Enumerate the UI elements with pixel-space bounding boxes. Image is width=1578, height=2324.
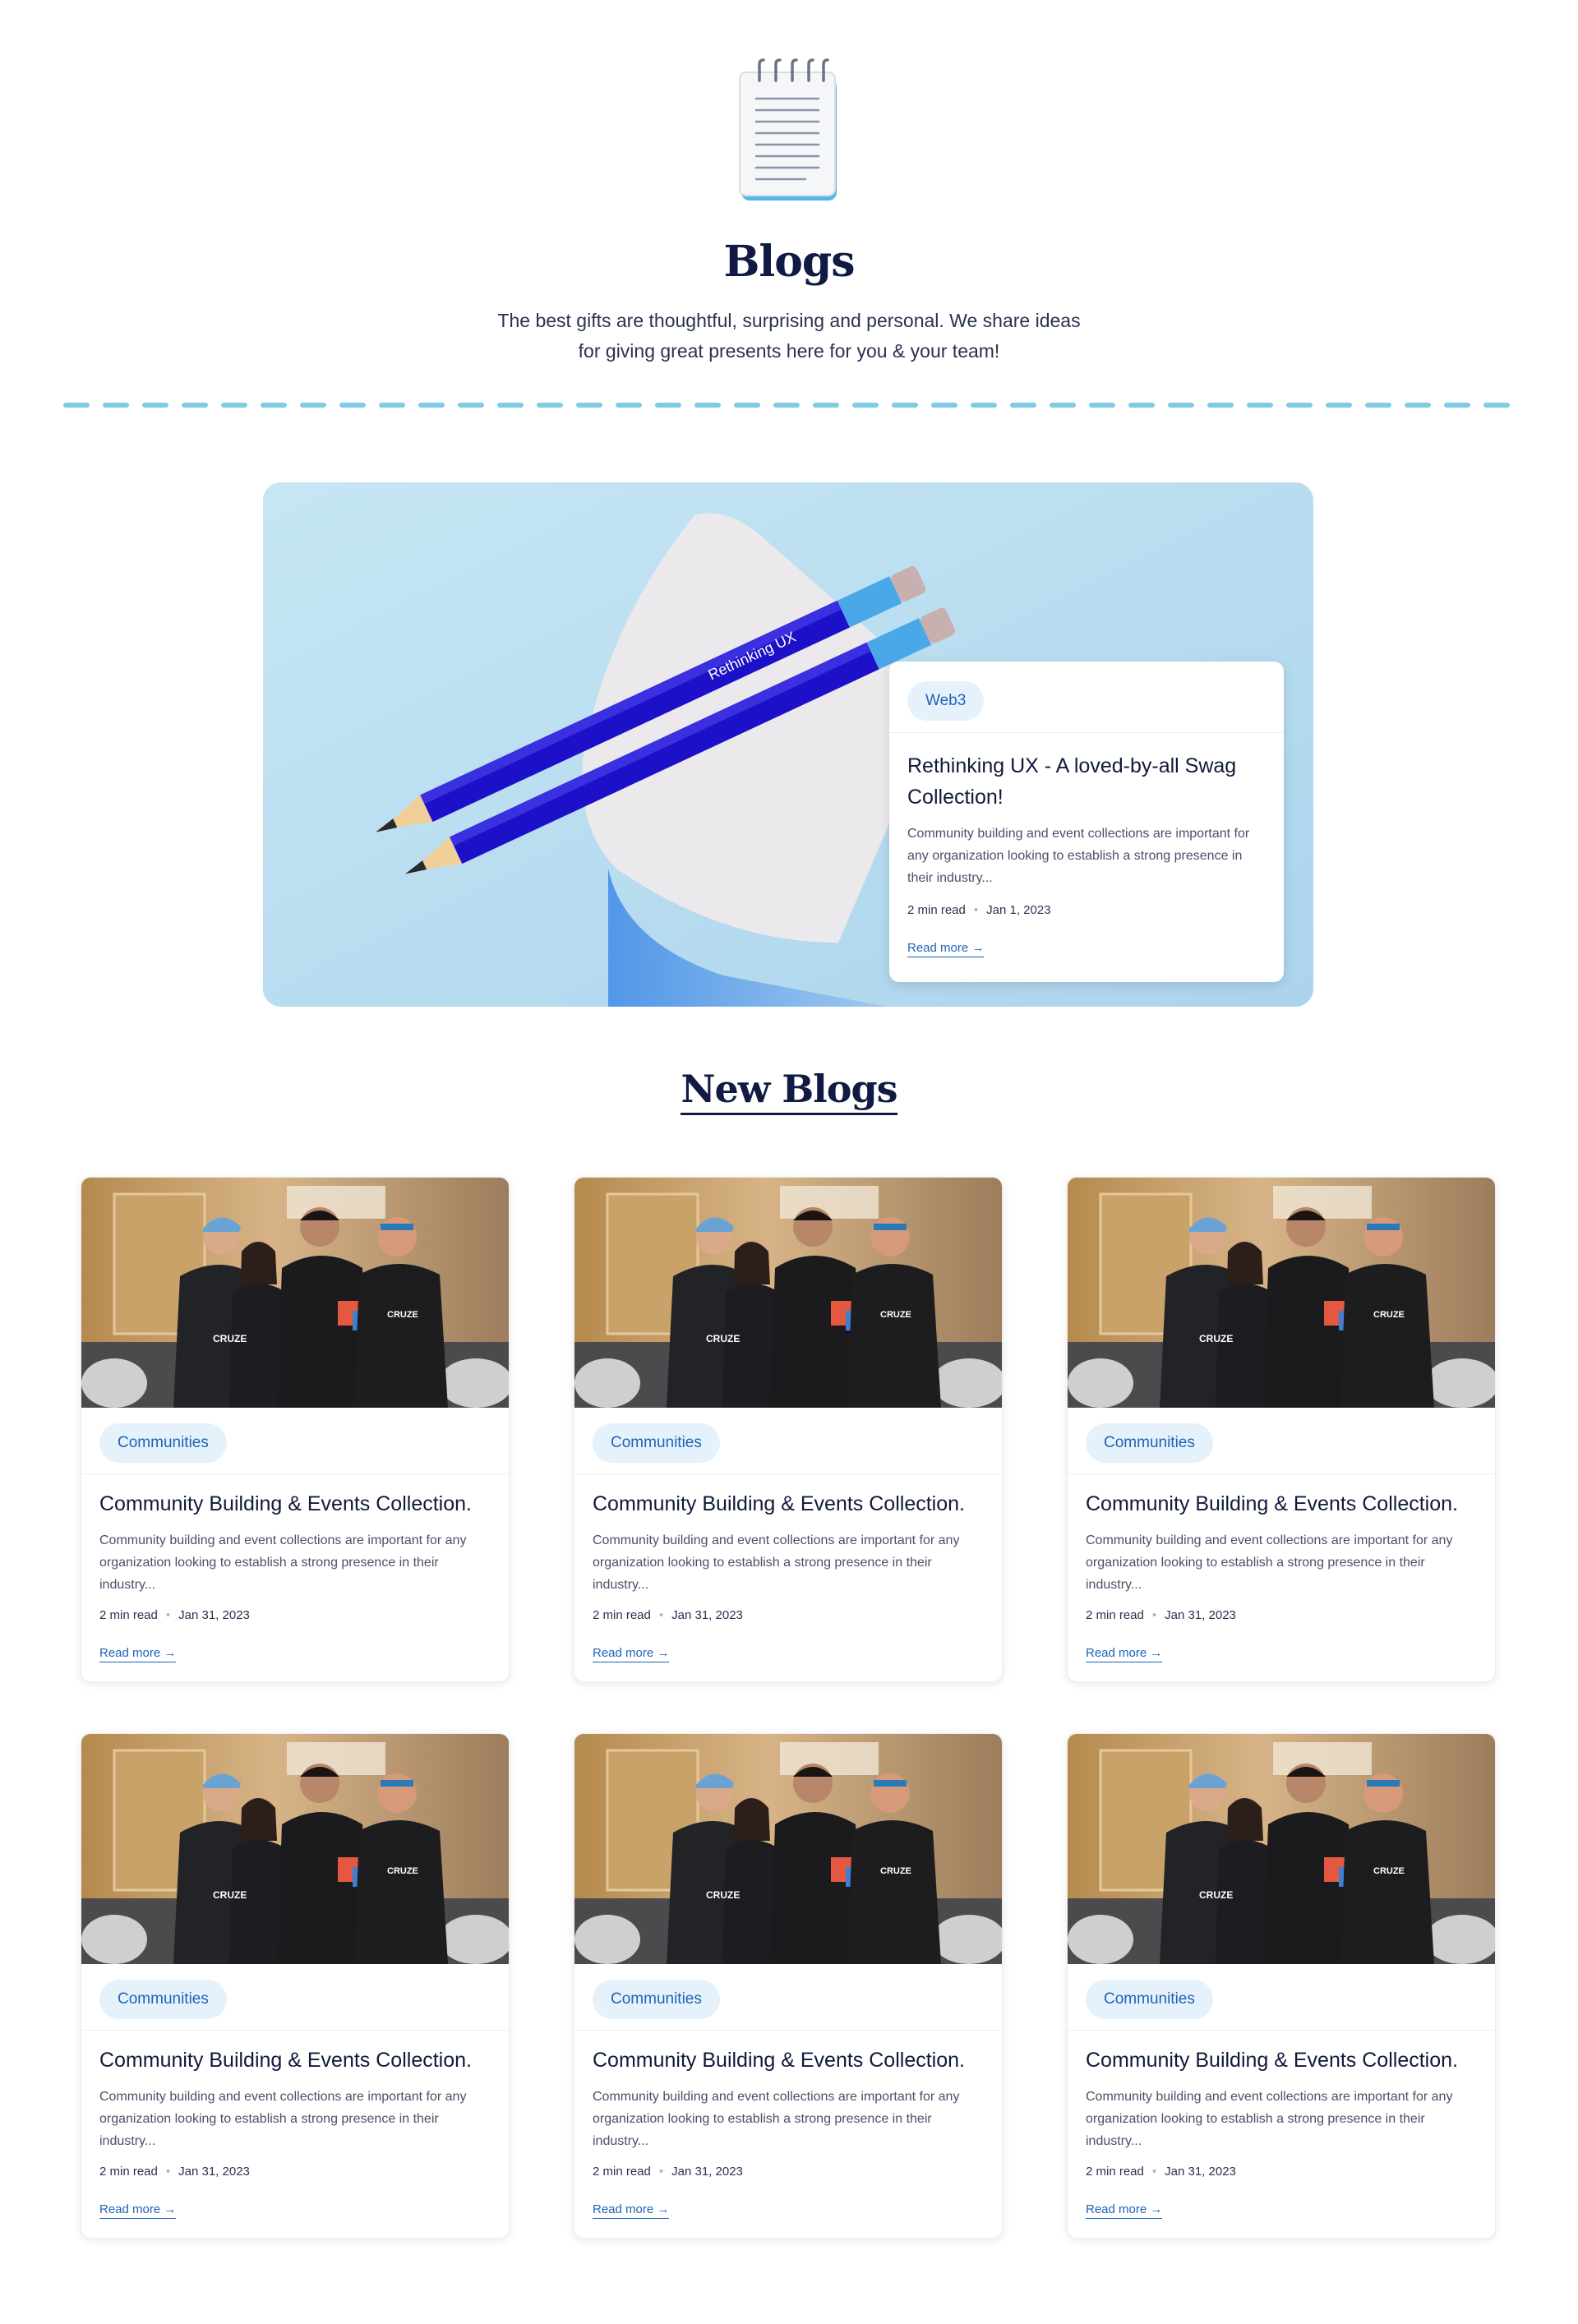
section-title: New Blogs — [0, 1067, 1578, 1115]
card-divider — [81, 1473, 509, 1474]
notepad-icon — [731, 58, 847, 205]
featured-post-description: Community building and event collections… — [907, 827, 1250, 885]
post-meta: 2 min read • Jan 31, 2023 — [1086, 2165, 1236, 2179]
post-description: Community building and event collections… — [99, 1533, 467, 1592]
post-photo[interactable]: CRUZE CRUZE — [1068, 1178, 1495, 1408]
post-meta: 2 min read • Jan 31, 2023 — [593, 1608, 743, 1622]
photo-shirt-text: CRUZE — [213, 1333, 247, 1344]
category-tag[interactable]: Communities — [593, 1423, 720, 1463]
photo-shirt-text: CRUZE — [880, 1310, 911, 1320]
post-title[interactable]: Community Building & Events Collection. — [1086, 2045, 1488, 2076]
card-divider — [1068, 2030, 1495, 2031]
meta-dot: • — [658, 2165, 664, 2179]
read-more-link[interactable]: Read more → — [99, 2202, 177, 2219]
card-divider — [1068, 1473, 1495, 1474]
category-tag[interactable]: Communities — [1086, 1980, 1213, 2019]
post-description: Community building and event collections… — [593, 1533, 960, 1592]
photo-shirt-text: CRUZE — [880, 1866, 911, 1876]
read-more-link[interactable]: Read more → — [1086, 2202, 1163, 2219]
post-photo[interactable]: CRUZE CRUZE — [574, 1178, 1002, 1408]
post-photo[interactable]: CRUZE CRUZE — [1068, 1734, 1495, 1964]
page-subtitle-line: The best gifts are thoughtful, surprisin… — [497, 310, 1081, 331]
card-divider — [574, 1473, 1002, 1474]
read-time: 2 min read — [1086, 2165, 1144, 2179]
meta-dot: • — [658, 1608, 664, 1622]
post-photo[interactable]: CRUZE CRUZE — [574, 1734, 1002, 1964]
meta-dot: • — [165, 2165, 171, 2179]
meta-dot: • — [1151, 1608, 1157, 1622]
post-title[interactable]: Community Building & Events Collection. — [593, 1488, 995, 1519]
post-date: Jan 31, 2023 — [1165, 1608, 1236, 1622]
blog-post-card[interactable]: CRUZE CRUZE Communities Community Buildin… — [574, 1733, 1003, 2239]
blog-post-card[interactable]: CRUZE CRUZE Communities Community Buildin… — [1067, 1177, 1496, 1682]
post-description: Community building and event collections… — [593, 2090, 960, 2148]
post-meta: 2 min read • Jan 31, 2023 — [99, 1608, 250, 1622]
blog-post-card[interactable]: CRUZE CRUZE Communities Community Buildin… — [81, 1733, 510, 2239]
featured-post-title[interactable]: Rethinking UX - A loved-by-all Swag Coll… — [907, 750, 1269, 813]
post-meta: 2 min read • Jan 1, 2023 — [907, 903, 1051, 917]
post-date: Jan 31, 2023 — [671, 1608, 743, 1622]
read-more-link[interactable]: Read more → — [907, 941, 985, 957]
post-meta: 2 min read • Jan 31, 2023 — [1086, 1608, 1236, 1622]
read-more-link[interactable]: Read more → — [593, 2202, 670, 2219]
post-meta: 2 min read • Jan 31, 2023 — [99, 2165, 250, 2179]
photo-shirt-text: CRUZE — [1199, 1889, 1233, 1901]
post-title[interactable]: Community Building & Events Collection. — [1086, 1488, 1488, 1519]
blog-post-card[interactable]: CRUZE CRUZE Communities Community Buildin… — [1067, 1733, 1496, 2239]
photo-shirt-text: CRUZE — [1373, 1310, 1405, 1320]
post-description: Community building and event collections… — [1086, 1533, 1453, 1592]
read-more-link[interactable]: Read more → — [593, 1646, 670, 1662]
post-date: Jan 31, 2023 — [178, 1608, 250, 1622]
post-date: Jan 1, 2023 — [986, 903, 1051, 917]
post-date: Jan 31, 2023 — [1165, 2165, 1236, 2179]
photo-shirt-text: CRUZE — [213, 1889, 247, 1901]
post-title[interactable]: Community Building & Events Collection. — [99, 1488, 502, 1519]
category-tag[interactable]: Communities — [99, 1980, 227, 2019]
photo-shirt-text: CRUZE — [706, 1333, 740, 1344]
page-subtitle: The best gifts are thoughtful, surprisin… — [460, 306, 1118, 367]
photo-shirt-text: CRUZE — [387, 1310, 418, 1320]
category-tag[interactable]: Communities — [99, 1423, 227, 1463]
dashed-divider — [62, 399, 1516, 411]
post-description: Community building and event collections… — [1086, 2090, 1453, 2148]
new-blogs-heading: New Blogs — [681, 1067, 898, 1115]
blog-post-card[interactable]: CRUZE CRUZE Communities Community Buildin… — [81, 1177, 510, 1682]
post-description: Community building and event collections… — [99, 2090, 467, 2148]
read-more-link[interactable]: Read more → — [99, 1646, 177, 1662]
page-subtitle-line: for giving great presents here for you &… — [578, 340, 1000, 362]
card-divider — [81, 2030, 509, 2031]
card-divider — [574, 2030, 1002, 2031]
page-title: Blogs — [723, 237, 855, 287]
category-tag[interactable]: Web3 — [907, 681, 985, 721]
read-time: 2 min read — [593, 2165, 651, 2179]
post-meta: 2 min read • Jan 31, 2023 — [593, 2165, 743, 2179]
post-photo[interactable]: CRUZE CRUZE — [81, 1734, 509, 1964]
photo-shirt-text: CRUZE — [387, 1866, 418, 1876]
featured-post-card[interactable]: Web3 Rethinking UX - A loved-by-all Swag… — [889, 662, 1284, 982]
card-divider — [889, 732, 1284, 733]
read-time: 2 min read — [99, 2165, 158, 2179]
photo-shirt-text: CRUZE — [1373, 1866, 1405, 1876]
read-time: 2 min read — [593, 1608, 651, 1622]
blog-post-card[interactable]: CRUZE CRUZE Communities Community Buildin… — [574, 1177, 1003, 1682]
featured-post[interactable]: Rethinking UX Web3 Rethinking UX - A lov… — [263, 482, 1313, 1007]
read-more-link[interactable]: Read more → — [1086, 1646, 1163, 1662]
read-time: 2 min read — [1086, 1608, 1144, 1622]
category-tag[interactable]: Communities — [593, 1980, 720, 2019]
meta-dot: • — [1151, 2165, 1157, 2179]
post-title[interactable]: Community Building & Events Collection. — [99, 2045, 502, 2076]
post-title[interactable]: Community Building & Events Collection. — [593, 2045, 995, 2076]
category-tag[interactable]: Communities — [1086, 1423, 1213, 1463]
post-date: Jan 31, 2023 — [178, 2165, 250, 2179]
read-time: 2 min read — [99, 1608, 158, 1622]
post-photo[interactable]: CRUZE CRUZE — [81, 1178, 509, 1408]
meta-dot: • — [973, 903, 979, 917]
meta-dot: • — [165, 1608, 171, 1622]
photo-shirt-text: CRUZE — [1199, 1333, 1233, 1344]
photo-shirt-text: CRUZE — [706, 1889, 740, 1901]
post-date: Jan 31, 2023 — [671, 2165, 743, 2179]
read-time: 2 min read — [907, 903, 966, 917]
